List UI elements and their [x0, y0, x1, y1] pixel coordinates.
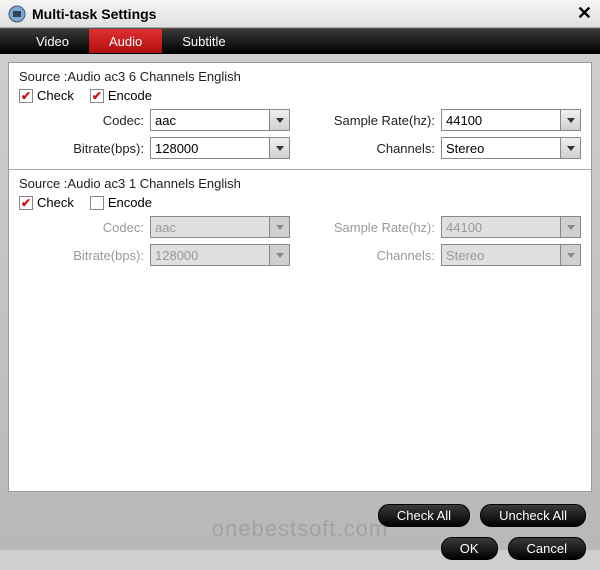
chevron-down-icon: [269, 110, 289, 130]
encode-checkbox[interactable]: Encode: [90, 195, 152, 210]
source-label: Source :Audio ac3 6 Channels English: [19, 69, 581, 84]
app-icon: [8, 5, 26, 23]
tab-audio[interactable]: Audio: [89, 29, 162, 53]
audio-track-1: Source :Audio ac3 1 Channels English Che…: [9, 170, 591, 276]
chevron-down-icon: [560, 245, 580, 265]
bitrate-field: Bitrate(bps): 128000: [19, 137, 290, 159]
content-panel: Source :Audio ac3 6 Channels English Che…: [8, 62, 592, 492]
chevron-down-icon: [269, 217, 289, 237]
check-checkbox[interactable]: Check: [19, 88, 74, 103]
title-bar: Multi-task Settings ✕: [0, 0, 600, 28]
cancel-button[interactable]: Cancel: [508, 537, 586, 560]
codec-field: Codec: aac: [19, 216, 290, 238]
codec-combo: aac: [150, 216, 290, 238]
window-title: Multi-task Settings: [32, 6, 577, 22]
source-label: Source :Audio ac3 1 Channels English: [19, 176, 581, 191]
ok-button[interactable]: OK: [441, 537, 498, 560]
channels-field: Channels: Stereo: [310, 137, 581, 159]
chevron-down-icon: [560, 110, 580, 130]
codec-field: Codec: aac: [19, 109, 290, 131]
chevron-down-icon: [269, 138, 289, 158]
chevron-down-icon: [560, 138, 580, 158]
channels-combo: Stereo: [441, 244, 581, 266]
footer-check-buttons: Check All Uncheck All: [0, 500, 600, 531]
close-icon[interactable]: ✕: [577, 3, 592, 24]
uncheck-all-button[interactable]: Uncheck All: [480, 504, 586, 527]
codec-combo[interactable]: aac: [150, 109, 290, 131]
channels-combo[interactable]: Stereo: [441, 137, 581, 159]
channels-field: Channels: Stereo: [310, 244, 581, 266]
sample-rate-combo: 44100: [441, 216, 581, 238]
chevron-down-icon: [560, 217, 580, 237]
sample-rate-field: Sample Rate(hz): 44100: [310, 109, 581, 131]
tab-bar: Video Audio Subtitle: [0, 28, 600, 54]
tab-subtitle[interactable]: Subtitle: [162, 29, 245, 53]
sample-rate-field: Sample Rate(hz): 44100: [310, 216, 581, 238]
encode-checkbox[interactable]: Encode: [90, 88, 152, 103]
audio-track-0: Source :Audio ac3 6 Channels English Che…: [9, 63, 591, 170]
chevron-down-icon: [269, 245, 289, 265]
bitrate-field: Bitrate(bps): 128000: [19, 244, 290, 266]
tab-video[interactable]: Video: [16, 29, 89, 53]
check-checkbox[interactable]: Check: [19, 195, 74, 210]
footer-dialog-buttons: OK Cancel: [0, 531, 600, 570]
check-all-button[interactable]: Check All: [378, 504, 470, 527]
bitrate-combo: 128000: [150, 244, 290, 266]
sample-rate-combo[interactable]: 44100: [441, 109, 581, 131]
bitrate-combo[interactable]: 128000: [150, 137, 290, 159]
